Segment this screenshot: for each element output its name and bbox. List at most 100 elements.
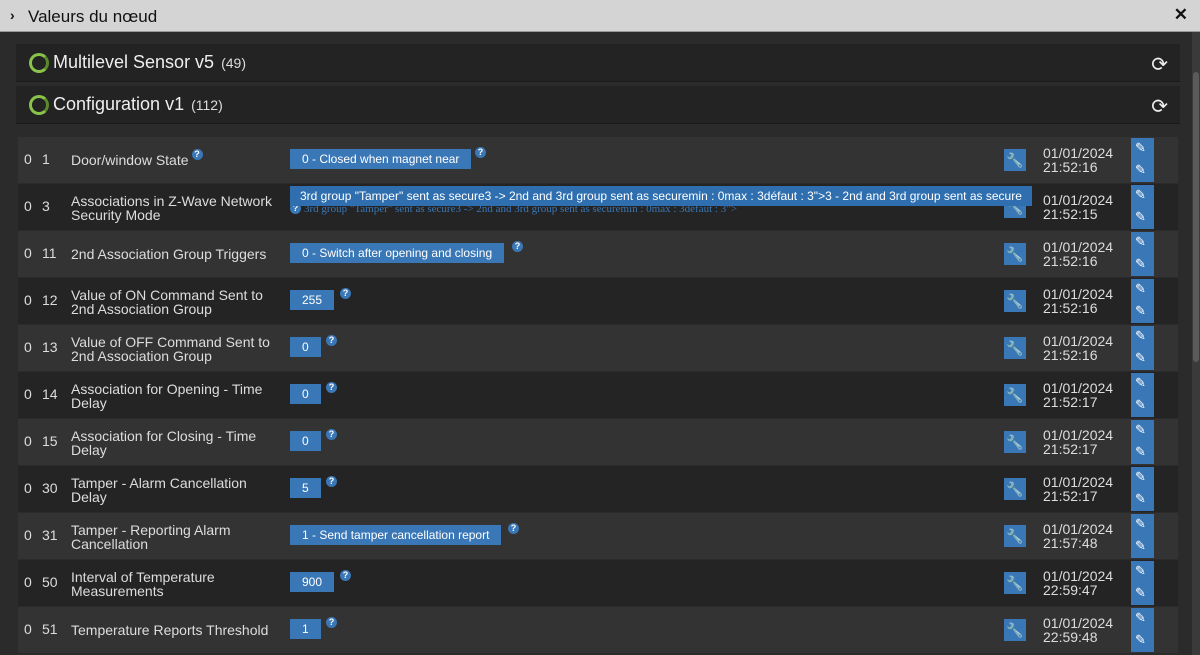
help-icon[interactable]: ?: [326, 476, 337, 487]
pipette-icon[interactable]: ✎: [1135, 234, 1146, 250]
table-row: 0 14 Association for Opening - Time Dela…: [18, 372, 1178, 418]
status-ring-icon: [29, 53, 49, 73]
wrench-icon[interactable]: 🔧: [1004, 525, 1026, 547]
pipette-icon[interactable]: ✎: [1135, 140, 1146, 156]
vertical-scrollbar[interactable]: [1192, 32, 1200, 655]
wrench-icon[interactable]: 🔧: [1004, 572, 1026, 594]
pencil-icon[interactable]: ✎: [1135, 303, 1146, 319]
pencil-icon[interactable]: ✎: [1135, 538, 1146, 554]
table-row: 0 51 Temperature Reports Threshold 1 ? 🔧…: [18, 607, 1178, 653]
pencil-icon[interactable]: ✎: [1135, 256, 1146, 272]
panel-count: (49): [221, 55, 246, 71]
help-icon[interactable]: ?: [475, 147, 486, 158]
panel-header-multilevel-sensor[interactable]: Multilevel Sensor v5 (49) ⟳: [16, 44, 1180, 82]
index-cell: 11: [42, 245, 57, 261]
pipette-icon[interactable]: ✎: [1135, 516, 1146, 532]
help-icon[interactable]: ?: [326, 429, 337, 440]
wrench-icon[interactable]: 🔧: [1004, 243, 1026, 265]
edit-actions: ✎ ✎: [1131, 373, 1154, 417]
value-select[interactable]: 1 - Send tamper cancellation report: [290, 525, 502, 545]
wrench-icon[interactable]: 🔧: [1004, 431, 1026, 453]
help-icon[interactable]: ?: [326, 382, 337, 393]
value-input[interactable]: 0: [290, 384, 321, 404]
pencil-icon[interactable]: ✎: [1135, 350, 1146, 366]
pipette-icon[interactable]: ✎: [1135, 610, 1146, 626]
edit-actions: ✎ ✎: [1131, 232, 1154, 276]
timestamp: 01/01/2024 21:57:48: [1043, 521, 1114, 551]
instance-cell: 0: [24, 574, 32, 590]
panel-count: (112): [191, 97, 223, 113]
window-title: Valeurs du nœud: [28, 7, 158, 26]
pipette-icon[interactable]: ✎: [1135, 187, 1146, 203]
value-input[interactable]: 1: [290, 619, 321, 639]
pencil-icon[interactable]: ✎: [1135, 491, 1146, 507]
param-name: Association for Closing - Time Delay: [71, 428, 257, 458]
pipette-icon[interactable]: ✎: [1135, 281, 1146, 297]
timestamp: 01/01/2024 21:52:16: [1043, 333, 1114, 363]
pencil-icon[interactable]: ✎: [1135, 444, 1146, 460]
pencil-icon[interactable]: ✎: [1135, 632, 1146, 648]
collapse-chevron-icon[interactable]: ›: [10, 7, 15, 23]
wrench-icon[interactable]: 🔧: [1004, 290, 1026, 312]
help-icon[interactable]: ?: [191, 149, 203, 160]
panel-header-configuration[interactable]: Configuration v1 (112) ⟳: [16, 86, 1180, 124]
instance-cell: 0: [24, 245, 32, 261]
pencil-icon[interactable]: ✎: [1135, 162, 1146, 178]
status-ring-icon: [29, 95, 49, 115]
help-icon[interactable]: ?: [508, 523, 519, 534]
index-cell: 30: [42, 480, 58, 496]
help-icon[interactable]: ?: [340, 570, 351, 581]
index-cell: 15: [42, 433, 58, 449]
param-name: Tamper - Alarm Cancellation Delay: [71, 475, 247, 505]
dropdown-option-overlay[interactable]: 3rd group "Tamper" sent as secure3 -> 2n…: [290, 186, 1032, 206]
edit-actions: ✎ ✎: [1131, 608, 1154, 652]
pipette-icon[interactable]: ✎: [1135, 422, 1146, 438]
instance-cell: 0: [24, 339, 32, 355]
value-select[interactable]: 0 - Switch after opening and closing: [290, 243, 505, 263]
pencil-icon[interactable]: ✎: [1135, 585, 1146, 601]
index-cell: 1: [42, 151, 50, 167]
pipette-icon[interactable]: ✎: [1135, 375, 1146, 391]
timestamp: 01/01/2024 21:52:15: [1043, 192, 1114, 222]
param-name: 2nd Association Group Triggers: [71, 246, 267, 262]
instance-cell: 0: [24, 151, 32, 167]
wrench-icon[interactable]: 🔧: [1004, 149, 1026, 171]
timestamp: 01/01/2024 21:52:17: [1043, 474, 1114, 504]
timestamp: 01/01/2024 21:52:17: [1043, 427, 1114, 457]
wrench-icon[interactable]: 🔧: [1004, 384, 1026, 406]
value-input[interactable]: 0: [290, 337, 321, 357]
timestamp: 01/01/2024 21:52:17: [1043, 380, 1114, 410]
edit-actions: ✎ ✎: [1131, 514, 1154, 558]
help-icon[interactable]: ?: [340, 288, 351, 299]
value-input[interactable]: 255: [290, 290, 335, 310]
pipette-icon[interactable]: ✎: [1135, 328, 1146, 344]
value-input[interactable]: 5: [290, 478, 321, 498]
help-icon[interactable]: ?: [512, 241, 523, 252]
wrench-icon[interactable]: 🔧: [1004, 478, 1026, 500]
pipette-icon[interactable]: ✎: [1135, 469, 1146, 485]
timestamp: 01/01/2024 21:52:16: [1043, 239, 1114, 269]
scrollbar-thumb[interactable]: [1193, 72, 1199, 362]
edit-actions: ✎ ✎: [1131, 326, 1154, 370]
instance-cell: 0: [24, 480, 32, 496]
refresh-icon[interactable]: ⟳: [1151, 52, 1168, 77]
help-icon[interactable]: ?: [326, 335, 337, 346]
wrench-icon[interactable]: 🔧: [1004, 337, 1026, 359]
param-name: Temperature Reports Threshold: [71, 622, 269, 638]
pencil-icon[interactable]: ✎: [1135, 209, 1146, 225]
refresh-icon[interactable]: ⟳: [1151, 94, 1168, 119]
edit-actions: ✎ ✎: [1131, 561, 1154, 605]
pencil-icon[interactable]: ✎: [1135, 397, 1146, 413]
pipette-icon[interactable]: ✎: [1135, 563, 1146, 579]
instance-cell: 0: [24, 198, 32, 214]
table-row: 0 30 Tamper - Alarm Cancellation Delay 5…: [18, 466, 1178, 512]
index-cell: 50: [42, 574, 58, 590]
timestamp: 01/01/2024 22:59:48: [1043, 615, 1114, 645]
help-icon[interactable]: ?: [326, 617, 337, 628]
value-select[interactable]: 0 - Closed when magnet near: [290, 149, 472, 169]
close-icon[interactable]: ✕: [1174, 5, 1188, 25]
value-input[interactable]: 0: [290, 431, 321, 451]
wrench-icon[interactable]: 🔧: [1004, 619, 1026, 641]
index-cell: 31: [42, 527, 58, 543]
value-input[interactable]: 900: [290, 572, 335, 592]
